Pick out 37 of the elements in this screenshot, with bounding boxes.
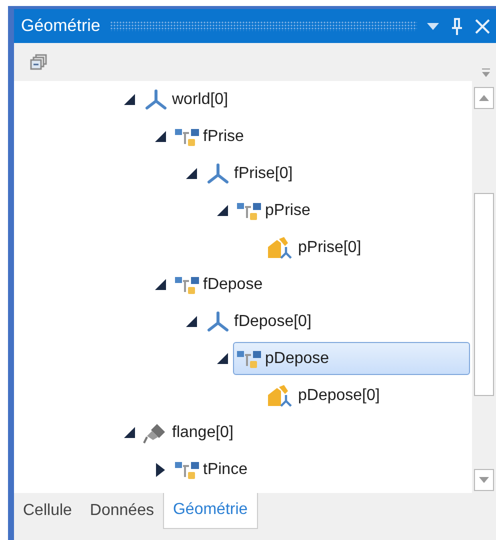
down-arrow-icon <box>479 477 489 483</box>
tree-item[interactable]: pDepose[0] <box>298 386 380 404</box>
dropdown-caret-icon[interactable] <box>427 22 439 30</box>
expanded-arrow-icon[interactable] <box>154 131 166 142</box>
panel-title: Géométrie <box>21 16 100 36</box>
scroll-up-button[interactable] <box>474 87 494 109</box>
frame-icon <box>205 310 231 332</box>
collapsed-arrow-icon[interactable] <box>156 462 164 476</box>
tree-item[interactable]: pPrise[0] <box>298 238 362 256</box>
expanded-arrow-icon[interactable] <box>124 94 134 105</box>
expanded-arrow-icon[interactable] <box>216 205 228 216</box>
tree-item[interactable]: fDepose <box>203 276 263 294</box>
close-icon[interactable] <box>475 18 490 34</box>
scroll-down-button[interactable] <box>474 469 494 491</box>
tree-item[interactable]: fDepose[0] <box>234 312 312 330</box>
frame-icon <box>205 162 231 184</box>
collapse-all-icon[interactable] <box>30 54 47 70</box>
tree-item[interactable]: flange[0] <box>172 424 234 442</box>
tab[interactable]: Données <box>80 496 163 529</box>
expanded-arrow-icon[interactable] <box>154 279 166 290</box>
expanded-arrow-icon[interactable] <box>186 316 196 327</box>
expanded-arrow-icon[interactable] <box>186 168 196 179</box>
tree-item[interactable]: fPrise <box>203 128 244 146</box>
up-arrow-icon <box>479 95 489 101</box>
scrollbar-thumb[interactable] <box>474 193 494 396</box>
pin-icon[interactable] <box>451 18 463 34</box>
tab[interactable]: Géométrie <box>162 493 258 529</box>
tab[interactable]: Cellule <box>14 496 81 529</box>
tree-item[interactable]: pPrise <box>265 202 310 220</box>
tree-item[interactable]: world[0] <box>172 90 228 108</box>
tree-item[interactable]: tPince <box>203 460 248 478</box>
frame-icon <box>143 88 169 110</box>
expanded-arrow-icon[interactable] <box>216 353 228 364</box>
tree-item[interactable]: fPrise[0] <box>234 164 293 182</box>
expanded-arrow-icon[interactable] <box>124 427 134 438</box>
drag-grip[interactable] <box>110 21 417 31</box>
tree-item[interactable]: pDepose <box>233 342 470 375</box>
